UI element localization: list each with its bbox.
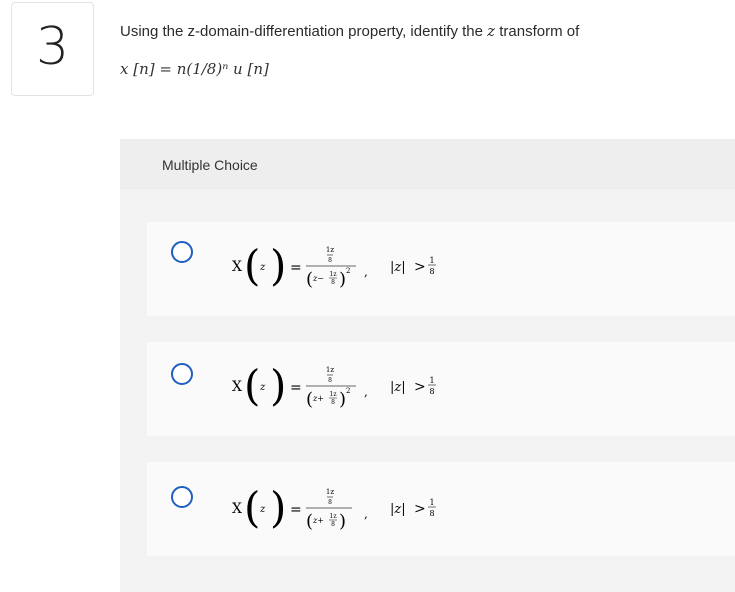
den-inner: z+ [312, 516, 324, 525]
formula-svg-3: X ( z ) = 1z 8 ( z+ 1z 8 ) , |z| > 1 8 [232, 483, 436, 530]
equals-sign: = [290, 260, 302, 276]
radio-button-3[interactable] [171, 486, 193, 508]
prompt-text-before: Using the z-domain-differentiation prope… [120, 23, 488, 40]
comma: , [364, 385, 368, 399]
den-frac-den: 8 [331, 399, 335, 406]
numerator-den: 8 [328, 499, 332, 506]
open-paren: ( [244, 241, 260, 288]
choice-option-3[interactable]: X ( z ) = 1z 8 ( z+ 1z 8 ) , |z| > 1 8 [147, 462, 735, 556]
formula-svg-1: X ( z ) = 1z 8 ( z− 1z 8 ) 2 , |z| > 1 8 [232, 241, 436, 288]
den-close-paren: ) [339, 269, 346, 288]
choice-option-2[interactable]: X ( z ) = 1z 8 ( z+ 1z 8 ) 2 , |z| > 1 8 [147, 342, 735, 436]
roc-den: 8 [429, 509, 434, 518]
comma: , [364, 265, 368, 279]
formula-lhs: X [232, 379, 242, 395]
choice-formula-1: X ( z ) = 1z 8 ( z− 1z 8 ) 2 , |z| > 1 8 [232, 218, 532, 288]
roc-op: > [414, 259, 426, 275]
roc-den: 8 [429, 267, 434, 276]
open-paren: ( [244, 483, 260, 530]
roc-op: > [414, 379, 426, 395]
roc-lhs: |z| [390, 502, 406, 517]
den-frac-num: 1z [330, 391, 337, 398]
den-frac-num: 1z [330, 271, 337, 278]
numerator: 1z [326, 366, 334, 374]
roc-den: 8 [429, 387, 434, 396]
choice-formula-2: X ( z ) = 1z 8 ( z+ 1z 8 ) 2 , |z| > 1 8 [232, 338, 532, 408]
close-paren: ) [270, 361, 286, 408]
den-power: 2 [346, 267, 350, 275]
den-power: 2 [346, 387, 350, 395]
roc-lhs: |z| [390, 260, 406, 275]
den-frac-den: 8 [331, 521, 335, 528]
den-inner: z+ [312, 394, 324, 403]
formula-lhs: X [232, 259, 242, 275]
radio-button-1[interactable] [171, 241, 193, 263]
close-paren: ) [270, 483, 286, 530]
den-open-paren: ( [306, 269, 313, 288]
numerator-den: 8 [328, 377, 332, 384]
den-open-paren: ( [306, 511, 313, 530]
formula-svg-2: X ( z ) = 1z 8 ( z+ 1z 8 ) 2 , |z| > 1 8 [232, 361, 436, 408]
question-number-box: 3 [11, 2, 94, 96]
den-close-paren: ) [339, 389, 346, 408]
den-inner: z− [312, 274, 324, 283]
formula-arg: z [259, 262, 266, 273]
numerator: 1z [326, 488, 334, 496]
question-prompt: Using the z-domain-differentiation prope… [120, 22, 579, 40]
numerator: 1z [326, 246, 334, 254]
radio-button-2[interactable] [171, 363, 193, 385]
roc-lhs: |z| [390, 380, 406, 395]
question-number: 3 [35, 17, 70, 77]
formula-arg: z [259, 504, 266, 515]
formula-lhs: X [232, 501, 242, 517]
roc-num: 1 [429, 256, 434, 265]
comma: , [364, 507, 368, 521]
equals-sign: = [290, 380, 302, 396]
multiple-choice-header: Multiple Choice [120, 139, 735, 189]
den-open-paren: ( [306, 389, 313, 408]
multiple-choice-label: Multiple Choice [162, 157, 258, 173]
open-paren: ( [244, 361, 260, 408]
den-frac-den: 8 [331, 279, 335, 286]
close-paren: ) [270, 241, 286, 288]
roc-op: > [414, 501, 426, 517]
den-frac-num: 1z [330, 513, 337, 520]
choice-option-1[interactable]: X ( z ) = 1z 8 ( z− 1z 8 ) 2 , |z| > 1 8 [147, 222, 735, 316]
choice-formula-3: X ( z ) = 1z 8 ( z+ 1z 8 ) , |z| > 1 8 [232, 460, 532, 530]
roc-num: 1 [429, 498, 434, 507]
prompt-text-after: transform of [495, 23, 580, 40]
prompt-variable: z [487, 22, 496, 40]
roc-num: 1 [429, 376, 434, 385]
signal-formula: x [n] = n(1/8)ⁿ u [n] [120, 60, 269, 78]
formula-arg: z [259, 382, 266, 393]
equals-sign: = [290, 502, 302, 518]
numerator-den: 8 [328, 257, 332, 264]
den-close-paren: ) [339, 511, 346, 530]
